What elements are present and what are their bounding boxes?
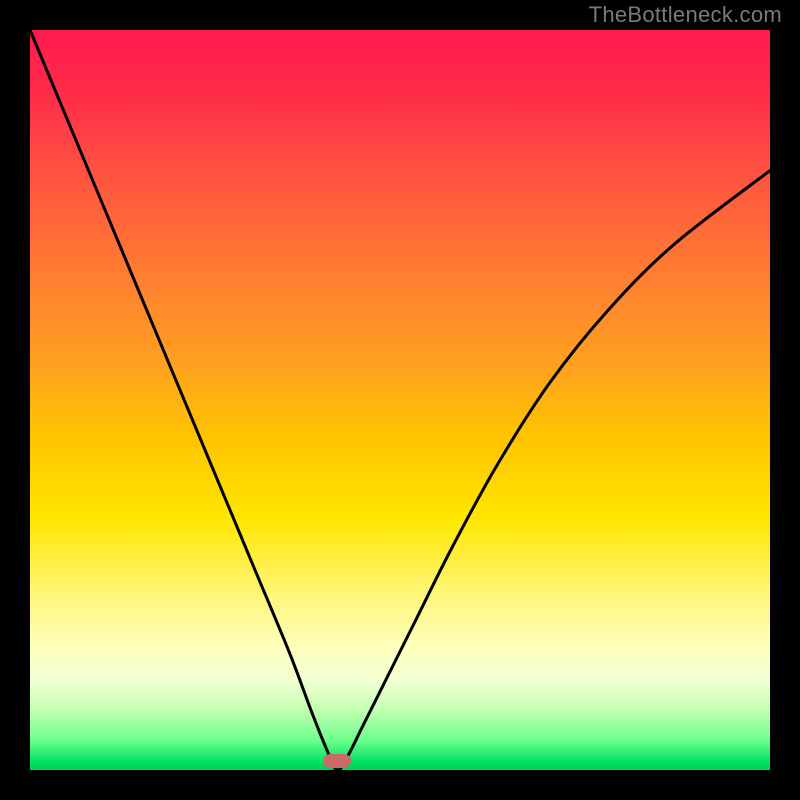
bottleneck-curve <box>30 30 770 770</box>
curve-path <box>30 30 770 770</box>
watermark-text: TheBottleneck.com <box>589 2 782 28</box>
optimum-marker <box>323 754 351 768</box>
plot-area <box>30 30 770 770</box>
chart-stage: TheBottleneck.com <box>0 0 800 800</box>
